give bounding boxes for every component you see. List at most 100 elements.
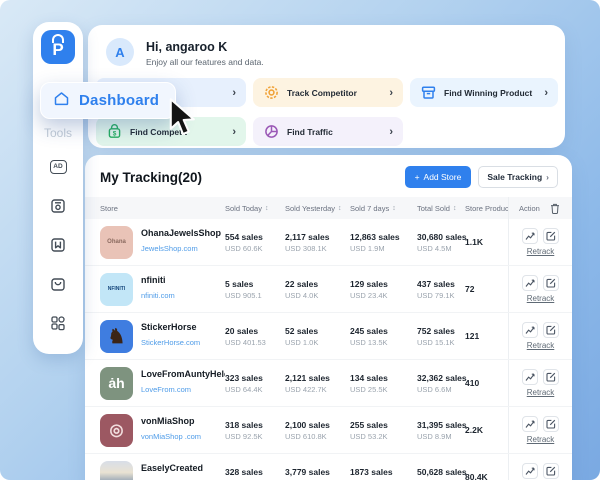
edit-action-button[interactable] bbox=[543, 463, 559, 479]
ad-icon[interactable]: AD bbox=[50, 158, 67, 175]
retrack-link[interactable]: Retrack bbox=[527, 341, 555, 350]
store-logo: ȧh bbox=[100, 367, 133, 400]
sold-yesterday-cell: 3,779 sales USD 165.7K bbox=[285, 467, 350, 480]
sold-yesterday-value: 2,100 sales bbox=[285, 420, 350, 430]
sold-today-cell: 554 sales USD 60.6K bbox=[225, 232, 285, 253]
card-label: Track Competitor bbox=[287, 88, 381, 98]
store-cell: NFINITI nfiniti nfiniti.com bbox=[100, 273, 225, 306]
chevron-right-icon: › bbox=[232, 87, 236, 99]
sidebar-item-dashboard[interactable]: Dashboard bbox=[40, 82, 176, 119]
chart-action-button[interactable] bbox=[522, 275, 538, 291]
total-sold-usd: USD 79.1K bbox=[417, 291, 465, 300]
action-cell: Retrack bbox=[508, 360, 572, 406]
store-domain-link[interactable]: vonMiaShop .com bbox=[141, 432, 201, 441]
store-logo-text: ♞ bbox=[108, 324, 126, 349]
chart-action-button[interactable] bbox=[522, 416, 538, 432]
sold-today-usd: USD 401.53 bbox=[225, 338, 285, 347]
sold-7-days-value: 12,863 sales bbox=[350, 232, 417, 242]
retrack-link[interactable]: Retrack bbox=[527, 247, 555, 256]
sold-yesterday-value: 2,117 sales bbox=[285, 232, 350, 242]
sort-icon[interactable]: ↕ bbox=[338, 205, 342, 212]
store-name: vonMiaShop bbox=[141, 416, 201, 426]
chart-action-button[interactable] bbox=[522, 463, 538, 479]
home-icon bbox=[53, 90, 70, 112]
total-sold-usd: USD 6.6M bbox=[417, 385, 465, 394]
total-sold-value: 32,362 sales bbox=[417, 373, 465, 383]
card-find-winning-product[interactable]: Find Winning Product › bbox=[410, 78, 558, 107]
table-row: ◎ vonMiaShop vonMiaShop .com 318 sales U… bbox=[85, 407, 572, 454]
chevron-right-icon: › bbox=[389, 126, 393, 138]
add-store-button[interactable]: + Add Store bbox=[405, 166, 472, 188]
sold-7-days-value: 245 sales bbox=[350, 326, 417, 336]
sold-today-value: 328 sales bbox=[225, 467, 285, 477]
sale-tracking-button[interactable]: Sale Tracking › bbox=[478, 166, 558, 188]
column-total-sold: Total Sold↕ bbox=[417, 204, 465, 213]
sold-today-usd: USD 92.5K bbox=[225, 432, 285, 441]
store-logo: Ohana bbox=[100, 226, 133, 259]
sold-today-value: 20 sales bbox=[225, 326, 285, 336]
chart-action-button[interactable] bbox=[522, 322, 538, 338]
sort-icon[interactable]: ↕ bbox=[453, 205, 457, 212]
sold-7-days-usd: USD 25.5K bbox=[350, 385, 417, 394]
sold-7-days-value: 134 sales bbox=[350, 373, 417, 383]
total-sold-value: 31,395 sales bbox=[417, 420, 465, 430]
retrack-link[interactable]: Retrack bbox=[527, 388, 555, 397]
edit-action-button[interactable] bbox=[543, 322, 559, 338]
total-sold-usd: USD 8.9M bbox=[417, 432, 465, 441]
trash-icon[interactable] bbox=[550, 203, 560, 214]
sort-icon[interactable]: ↕ bbox=[265, 205, 269, 212]
sold-7-days-cell: 129 sales USD 23.4K bbox=[350, 279, 417, 300]
total-sold-cell: 437 sales USD 79.1K bbox=[417, 279, 465, 300]
edit-action-button[interactable] bbox=[543, 275, 559, 291]
sold-7-days-cell: 1873 sales USD 17.3K bbox=[350, 467, 417, 480]
target-icon bbox=[263, 85, 279, 101]
sold-yesterday-usd: USD 4.0K bbox=[285, 291, 350, 300]
sold-yesterday-cell: 2,121 sales USD 422.7K bbox=[285, 373, 350, 394]
sold-today-usd: USD 64.4K bbox=[225, 385, 285, 394]
sold-today-cell: 20 sales USD 401.53 bbox=[225, 326, 285, 347]
sold-yesterday-usd: USD 308.1K bbox=[285, 244, 350, 253]
bookmark-icon[interactable] bbox=[50, 236, 67, 253]
total-sold-cell: 50,628 sales USD 2.4M bbox=[417, 467, 465, 480]
chart-action-button[interactable] bbox=[522, 228, 538, 244]
chart-action-button[interactable] bbox=[522, 369, 538, 385]
card-label: Find Winning Product bbox=[444, 88, 536, 98]
table-row: EaselyCreated EaselyCreated .com 328 sal… bbox=[85, 454, 572, 480]
action-cell: Retrack bbox=[508, 454, 572, 480]
action-cell: Retrack bbox=[508, 313, 572, 359]
chevron-right-icon: › bbox=[546, 172, 549, 182]
total-sold-usd: USD 15.1K bbox=[417, 338, 465, 347]
product-box-icon[interactable] bbox=[50, 197, 67, 214]
app-logo-icon: P bbox=[41, 30, 75, 64]
apps-grid-icon[interactable] bbox=[50, 314, 67, 331]
store-products-cell: 2.2K bbox=[465, 425, 508, 435]
card-track-competitor[interactable]: Track Competitor › bbox=[253, 78, 403, 107]
dollar-bag-icon: $ bbox=[106, 124, 122, 140]
retrack-link[interactable]: Retrack bbox=[527, 294, 555, 303]
total-sold-cell: 752 sales USD 15.1K bbox=[417, 326, 465, 347]
store-domain-link[interactable]: LoveFrom.com bbox=[141, 385, 191, 394]
sold-today-cell: 328 sales USD 14.4K bbox=[225, 467, 285, 480]
card-find-traffic[interactable]: Find Traffic › bbox=[253, 117, 403, 146]
avatar: A bbox=[106, 38, 134, 66]
store-products-cell: 410 bbox=[465, 378, 508, 388]
svg-text:$: $ bbox=[112, 130, 116, 137]
store-domain-link[interactable]: StickerHorse.com bbox=[141, 338, 200, 347]
store-domain-link[interactable]: JewelsShop.com bbox=[141, 244, 198, 253]
chevron-right-icon: › bbox=[389, 87, 393, 99]
store-logo-text: Ohana bbox=[107, 239, 126, 245]
edit-action-button[interactable] bbox=[543, 416, 559, 432]
edit-action-button[interactable] bbox=[543, 228, 559, 244]
edit-action-button[interactable] bbox=[543, 369, 559, 385]
store-products-value: 410 bbox=[465, 378, 508, 388]
sort-icon[interactable]: ↕ bbox=[392, 205, 396, 212]
total-sold-value: 30,680 sales bbox=[417, 232, 465, 242]
retrack-link[interactable]: Retrack bbox=[527, 435, 555, 444]
store-logo: ◎ bbox=[100, 414, 133, 447]
sold-today-value: 323 sales bbox=[225, 373, 285, 383]
store-products-cell: 1.1K bbox=[465, 237, 508, 247]
shop-bag-icon[interactable] bbox=[50, 275, 67, 292]
store-domain-link[interactable]: nfiniti.com bbox=[141, 291, 175, 300]
table-row: ♞ StickerHorse StickerHorse.com 20 sales… bbox=[85, 313, 572, 360]
store-products-value: 1.1K bbox=[465, 237, 508, 247]
